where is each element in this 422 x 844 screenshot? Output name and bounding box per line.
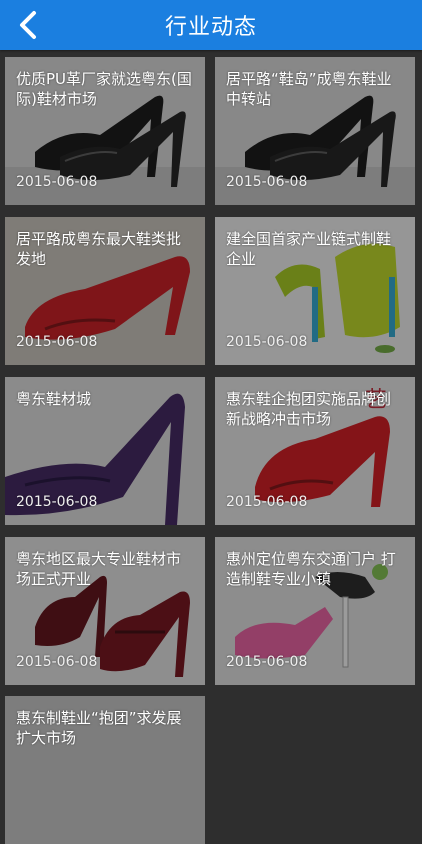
back-button[interactable]	[10, 5, 46, 45]
news-date: 2015-06-08	[226, 654, 308, 670]
news-title: 惠东制鞋业“抱团”求发展 扩大市场	[16, 709, 182, 747]
news-title: 优质PU革厂家就选粤东(国际)鞋材市场	[16, 70, 192, 108]
page-title: 行业动态	[164, 15, 257, 40]
news-title: 粤东地区最大专业鞋材市场正式开业	[16, 550, 182, 588]
news-title: 居平路“鞋岛”成粤东鞋业中转站	[226, 70, 392, 108]
news-title: 惠东鞋企抱团实施品牌创新战略冲击市场	[226, 390, 392, 428]
top-navigation-bar: 行业动态	[0, 0, 422, 50]
news-date: 2015-06-08	[16, 334, 98, 350]
news-date: 2015-06-08	[226, 494, 308, 510]
news-card[interactable]: 优质PU革厂家就选粤东(国际)鞋材市场 2015-06-08	[5, 57, 205, 205]
chevron-left-icon	[20, 11, 36, 39]
news-card[interactable]: 建全国首家产业链式制鞋企业 2015-06-08	[215, 217, 415, 365]
news-card[interactable]: 粤东地区最大专业鞋材市场正式开业 2015-06-08	[5, 537, 205, 685]
news-date: 2015-06-08	[226, 334, 308, 350]
news-title: 建全国首家产业链式制鞋企业	[226, 230, 392, 268]
news-date: 2015-06-08	[16, 654, 98, 670]
news-card[interactable]: 居平路成粤东最大鞋类批发地 2015-06-08	[5, 217, 205, 365]
news-card[interactable]: 惠州定位粤东交通门户 打造制鞋专业小镇 2015-06-08	[215, 537, 415, 685]
news-card[interactable]: 粤东鞋材城 2015-06-08	[5, 377, 205, 525]
news-card[interactable]: 惠东制鞋业“抱团”求发展 扩大市场	[5, 696, 205, 844]
news-card[interactable]: 居平路“鞋岛”成粤东鞋业中转站 2015-06-08	[215, 57, 415, 205]
news-title: 居平路成粤东最大鞋类批发地	[16, 230, 182, 268]
news-grid: 优质PU革厂家就选粤东(国际)鞋材市场 2015-06-08 居平路“鞋岛”成粤…	[0, 50, 422, 844]
news-card[interactable]: 艺 惠东鞋企抱团实施品牌创新战略冲击市场 2015-06-08	[215, 377, 415, 525]
news-title: 粤东鞋材城	[16, 390, 92, 408]
news-title: 惠州定位粤东交通门户 打造制鞋专业小镇	[226, 550, 396, 588]
news-date: 2015-06-08	[16, 494, 98, 510]
news-date: 2015-06-08	[226, 174, 308, 190]
news-date: 2015-06-08	[16, 174, 98, 190]
